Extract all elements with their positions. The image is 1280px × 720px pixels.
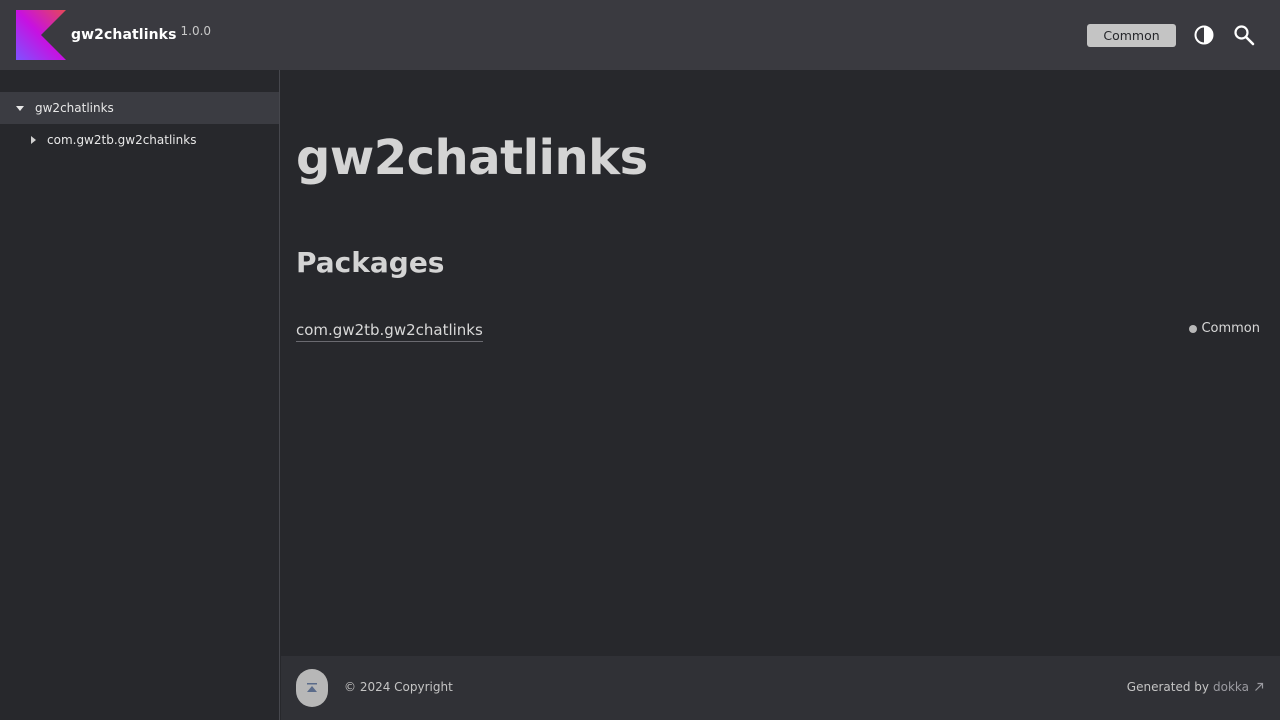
- sidebar-item-gw2chatlinks[interactable]: gw2chatlinks: [0, 92, 279, 124]
- scroll-to-top-button[interactable]: [296, 669, 328, 707]
- chevron-down-icon[interactable]: [16, 106, 24, 111]
- platform-tag: Common: [1189, 321, 1260, 336]
- dokka-link[interactable]: dokka: [1213, 680, 1249, 694]
- search-icon[interactable]: [1232, 23, 1256, 47]
- sidebar: gw2chatlinks com.gw2tb.gw2chatlinks: [0, 70, 280, 720]
- version-label: 1.0.0: [180, 24, 212, 38]
- section-title: Packages: [296, 246, 445, 279]
- generated-by: Generated by dokka: [1127, 680, 1264, 694]
- main-content: gw2chatlinks Packages com.gw2tb.gw2chatl…: [281, 70, 1280, 656]
- sidebar-item-package[interactable]: com.gw2tb.gw2chatlinks: [0, 124, 279, 156]
- external-link-icon: [1255, 682, 1264, 691]
- platform-filter-button[interactable]: Common: [1087, 24, 1176, 47]
- footer: © 2024 Copyright Generated by dokka: [281, 656, 1280, 720]
- sidebar-item-label: gw2chatlinks: [35, 101, 114, 115]
- generated-by-label: Generated by: [1126, 680, 1209, 694]
- kotlin-logo-icon[interactable]: [16, 10, 66, 60]
- platform-tag-label: Common: [1201, 321, 1260, 336]
- theme-toggle-icon[interactable]: [1192, 23, 1216, 47]
- platform-dot-icon: [1189, 324, 1198, 333]
- sidebar-item-label: com.gw2tb.gw2chatlinks: [47, 133, 197, 147]
- page-title: gw2chatlinks: [296, 130, 648, 186]
- brand: gw2chatlinks 1.0.0: [71, 24, 211, 46]
- scroll-to-top-icon: [307, 683, 317, 692]
- package-link[interactable]: com.gw2tb.gw2chatlinks: [296, 321, 483, 342]
- brand-name[interactable]: gw2chatlinks: [71, 24, 177, 46]
- chevron-right-icon[interactable]: [31, 136, 36, 144]
- header: gw2chatlinks 1.0.0 Common: [0, 0, 1280, 70]
- copyright-text: © 2024 Copyright: [344, 680, 453, 694]
